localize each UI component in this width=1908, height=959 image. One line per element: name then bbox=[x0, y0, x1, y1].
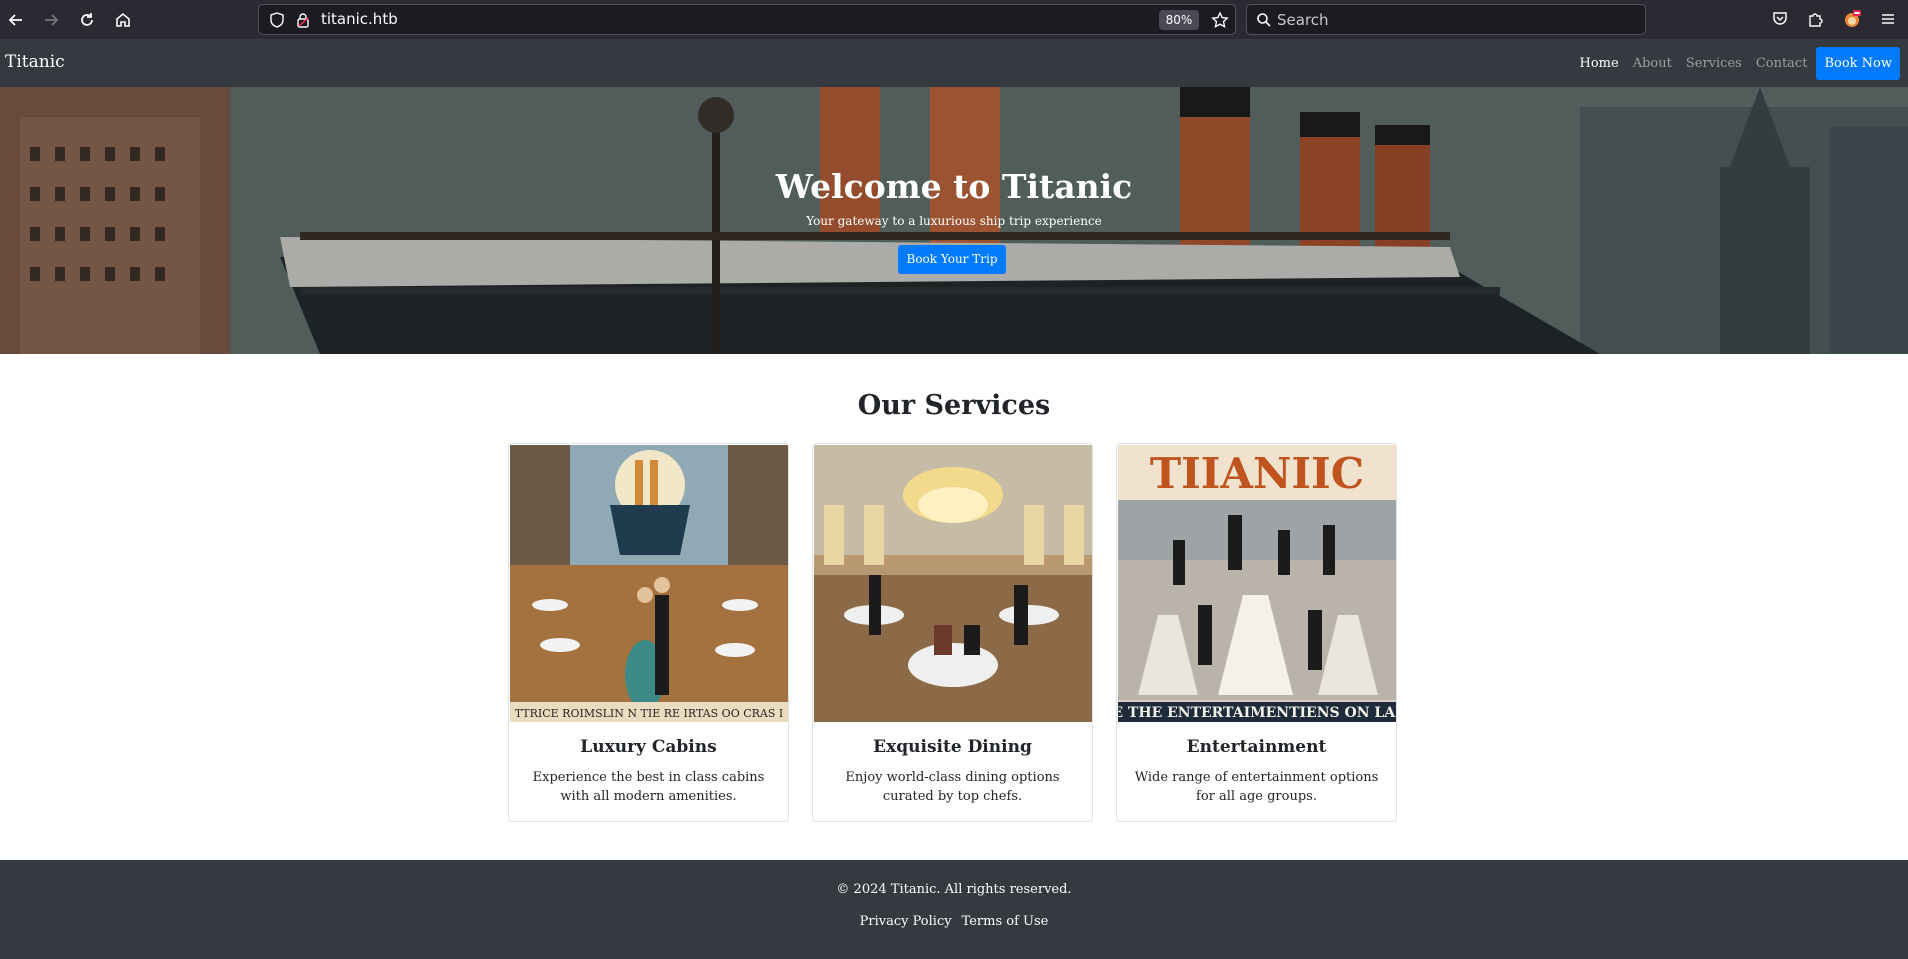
entertainment-poster-heading: TIIANIIC bbox=[1150, 449, 1364, 498]
services-heading: Our Services bbox=[857, 390, 1051, 421]
hero-subtitle: Your gateway to a luxurious ship trip ex… bbox=[806, 214, 1102, 228]
card-text: Wide range of entertainment options for … bbox=[1134, 770, 1379, 804]
entertainment-poster-caption: E THE ENTERTAIMENTIENS ON LAI bbox=[1118, 705, 1396, 721]
nav-home[interactable]: Home bbox=[1573, 56, 1626, 71]
footer-links: Privacy Policy Terms of Use bbox=[0, 914, 1908, 929]
url-text[interactable]: titanic.htb bbox=[321, 10, 398, 28]
url-bar[interactable]: titanic.htb 80% bbox=[258, 4, 1236, 35]
exquisite-dining-image bbox=[814, 445, 1092, 722]
hero-banner: Welcome to Titanic Your gateway to a lux… bbox=[0, 87, 1908, 354]
service-card-entertainment: TIIANIIC E THE ENTERTAIMENTIENS ON LAI E… bbox=[1116, 443, 1397, 822]
luxury-cabins-poster-caption: TTRICE ROIMSLIN N TIE RE IRTAS OO CRAS I bbox=[515, 707, 784, 720]
search-placeholder[interactable]: Search bbox=[1277, 11, 1329, 29]
hamburger-menu-icon bbox=[1882, 14, 1894, 24]
forward-button[interactable] bbox=[38, 7, 64, 33]
bookmark-star-icon[interactable] bbox=[1211, 11, 1229, 29]
pocket-icon bbox=[1773, 12, 1787, 25]
hero-title: Welcome to Titanic bbox=[775, 167, 1133, 206]
nav-links: Home About Services Contact Book Now bbox=[1573, 47, 1900, 80]
reload-icon bbox=[81, 13, 93, 26]
search-bar[interactable]: Search bbox=[1246, 4, 1646, 35]
extensions-button[interactable] bbox=[1805, 8, 1827, 30]
forward-arrow-icon bbox=[45, 14, 59, 26]
card-text: Enjoy world-class dining options curated… bbox=[845, 770, 1060, 804]
site-brand[interactable]: Titanic bbox=[5, 52, 65, 72]
browser-toolbar: titanic.htb 80% Search bbox=[0, 0, 1908, 39]
copyright-text: © 2024 Titanic. All rights reserved. bbox=[836, 882, 1072, 897]
card-title: Exquisite Dining bbox=[873, 737, 1032, 757]
home-icon bbox=[116, 12, 130, 27]
profile-button[interactable] bbox=[1841, 8, 1863, 30]
puzzle-icon bbox=[1809, 13, 1823, 27]
book-now-button[interactable]: Book Now bbox=[1816, 47, 1900, 80]
search-icon bbox=[1257, 13, 1271, 27]
menu-button[interactable] bbox=[1877, 8, 1899, 30]
nav-about[interactable]: About bbox=[1626, 56, 1679, 71]
home-button[interactable] bbox=[110, 7, 136, 33]
back-button[interactable] bbox=[3, 7, 29, 33]
lock-icon[interactable] bbox=[296, 12, 310, 28]
service-card-exquisite-dining: Exquisite Dining Enjoy world-class dinin… bbox=[812, 443, 1093, 822]
luxury-cabins-image: TTRICE ROIMSLIN N TIE RE IRTAS OO CRAS I bbox=[510, 445, 788, 722]
nav-contact[interactable]: Contact bbox=[1749, 56, 1815, 71]
card-title: Luxury Cabins bbox=[580, 737, 717, 757]
book-your-trip-button[interactable]: Book Your Trip bbox=[898, 245, 1006, 274]
zoom-level-badge[interactable]: 80% bbox=[1159, 10, 1199, 30]
service-card-luxury-cabins: TTRICE ROIMSLIN N TIE RE IRTAS OO CRAS I… bbox=[508, 443, 789, 822]
card-title: Entertainment bbox=[1186, 737, 1327, 757]
site-footer: © 2024 Titanic. All rights reserved. Pri… bbox=[0, 860, 1908, 959]
site-navbar: Titanic Home About Services Contact Book… bbox=[0, 39, 1908, 87]
privacy-policy-link[interactable]: Privacy Policy bbox=[860, 914, 952, 929]
nav-services[interactable]: Services bbox=[1679, 56, 1749, 71]
fox-avatar-icon bbox=[1845, 10, 1861, 27]
shield-icon[interactable] bbox=[269, 12, 285, 28]
back-arrow-icon bbox=[8, 14, 22, 26]
terms-of-use-link[interactable]: Terms of Use bbox=[962, 914, 1049, 929]
entertainment-image: TIIANIIC E THE ENTERTAIMENTIENS ON LAI bbox=[1118, 445, 1396, 722]
reload-button[interactable] bbox=[74, 7, 100, 33]
card-text: Experience the best in class cabins with… bbox=[532, 770, 765, 804]
pocket-button[interactable] bbox=[1769, 8, 1791, 30]
